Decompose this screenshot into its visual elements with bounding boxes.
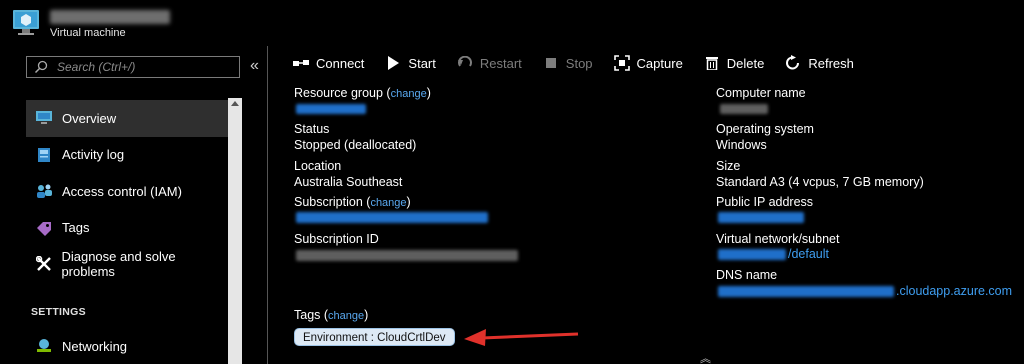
location-field: Location Australia Southeast [294,159,402,190]
users-icon [34,182,54,200]
status-field: Status Stopped (deallocated) [294,122,416,153]
sidebar-item-label: Access control (IAM) [62,183,182,199]
activity-log-icon [34,146,54,164]
computer-name-value-redacted [720,104,768,114]
toolbar: Connect Start Restart Stop Capture Delet… [292,53,874,73]
vnet-subnet-link[interactable]: /default [788,247,829,262]
dns-suffix-link[interactable]: .cloudapp.azure.com [896,284,1012,299]
tags-label: Tags [294,308,321,322]
computer-name-label: Computer name [716,86,806,100]
sidebar-item-access-control[interactable]: Access control (IAM) [26,173,228,210]
public-ip-value-redacted[interactable] [718,212,804,223]
subscription-id-value-redacted [296,250,518,261]
settings-section-header: SETTINGS [31,306,86,318]
os-value: Windows [716,138,767,152]
subscription-value-redacted[interactable] [296,212,488,223]
public-ip-label: Public IP address [716,195,814,209]
subscription-id-field: Subscription ID [294,232,379,247]
network-icon [34,337,54,355]
public-ip-field: Public IP address [716,195,813,210]
os-field: Operating system Windows [716,122,814,153]
search-box[interactable] [26,56,240,78]
sidebar-item-label: Tags [62,220,90,236]
scroll-up-icon[interactable] [231,101,239,106]
sidebar-divider [267,46,268,364]
restart-button[interactable]: Restart [456,55,522,71]
collapse-menu-button[interactable]: « [250,57,259,75]
sidebar-menu: Overview Activity log Access control (IA… [26,100,228,283]
tag-chip[interactable]: Environment : CloudCrtlDev [294,328,455,346]
vm-name-redacted [50,10,170,24]
size-field: Size Standard A3 (4 vcpus, 7 GB memory) [716,159,924,190]
vnet-field: Virtual network/subnet [716,232,839,247]
location-value: Australia Southeast [294,175,403,189]
size-value: Standard A3 (4 vcpus, 7 GB memory) [716,175,924,189]
size-label: Size [716,159,741,173]
expand-up-icon[interactable]: ︽ [700,350,711,364]
dns-value-redacted[interactable] [718,286,894,297]
sidebar-item-label: Overview [62,110,117,126]
refresh-icon [784,55,802,71]
sidebar-scrollbar[interactable] [228,98,242,364]
search-input[interactable] [57,58,235,76]
play-icon [384,55,402,71]
sidebar-settings-menu: Networking [26,328,228,364]
delete-button[interactable]: Delete [703,55,764,71]
subscription-id-label: Subscription ID [294,232,379,246]
sidebar-item-overview[interactable]: Overview [26,100,228,137]
wrench-icon [34,255,53,273]
search-icon [34,60,48,74]
stop-icon [542,55,560,71]
subscription-label: Subscription [294,195,363,209]
capture-icon [613,55,631,71]
monitor-icon [34,109,54,127]
location-label: Location [294,159,342,173]
start-button[interactable]: Start [384,55,436,71]
trash-icon [703,55,721,71]
os-label: Operating system [716,122,814,136]
computer-name-field: Computer name [716,86,806,101]
stop-button[interactable]: Stop [542,55,593,71]
tags-field: Tags (change) [294,308,369,322]
sidebar-item-tags[interactable]: Tags [26,210,228,247]
sidebar-item-label: Networking [62,338,128,354]
status-value: Stopped (deallocated) [294,138,417,152]
connect-button[interactable]: Connect [292,55,364,71]
vnet-value-redacted[interactable] [718,249,786,260]
refresh-button[interactable]: Refresh [784,55,854,71]
sidebar-item-label: Activity log [62,147,125,163]
dns-label: DNS name [716,268,778,282]
resource-group-field: Resource group (change) [294,86,431,100]
resource-group-label: Resource group [294,86,383,100]
vnet-label: Virtual network/subnet [716,232,840,246]
sidebar-item-label: Diagnose and solve problems [61,249,176,280]
subscription-change-link[interactable]: change [370,197,406,209]
tag-icon [34,219,54,237]
connect-icon [292,55,310,71]
sidebar-item-diagnose[interactable]: Diagnose and solve problems [26,246,228,283]
dns-field: DNS name [716,268,777,283]
annotation-arrow [464,329,579,346]
sidebar-item-networking[interactable]: Networking [26,328,228,364]
page-subtitle: Virtual machine [50,27,126,39]
restart-icon [456,55,474,71]
subscription-field: Subscription (change) [294,195,411,209]
sidebar-item-activity-log[interactable]: Activity log [26,137,228,174]
capture-button[interactable]: Capture [613,55,683,71]
virtual-machine-icon [10,6,42,38]
tags-change-link[interactable]: change [328,310,364,322]
resource-group-change-link[interactable]: change [391,88,427,100]
status-label: Status [294,122,330,136]
resource-group-value-redacted[interactable] [296,104,366,114]
